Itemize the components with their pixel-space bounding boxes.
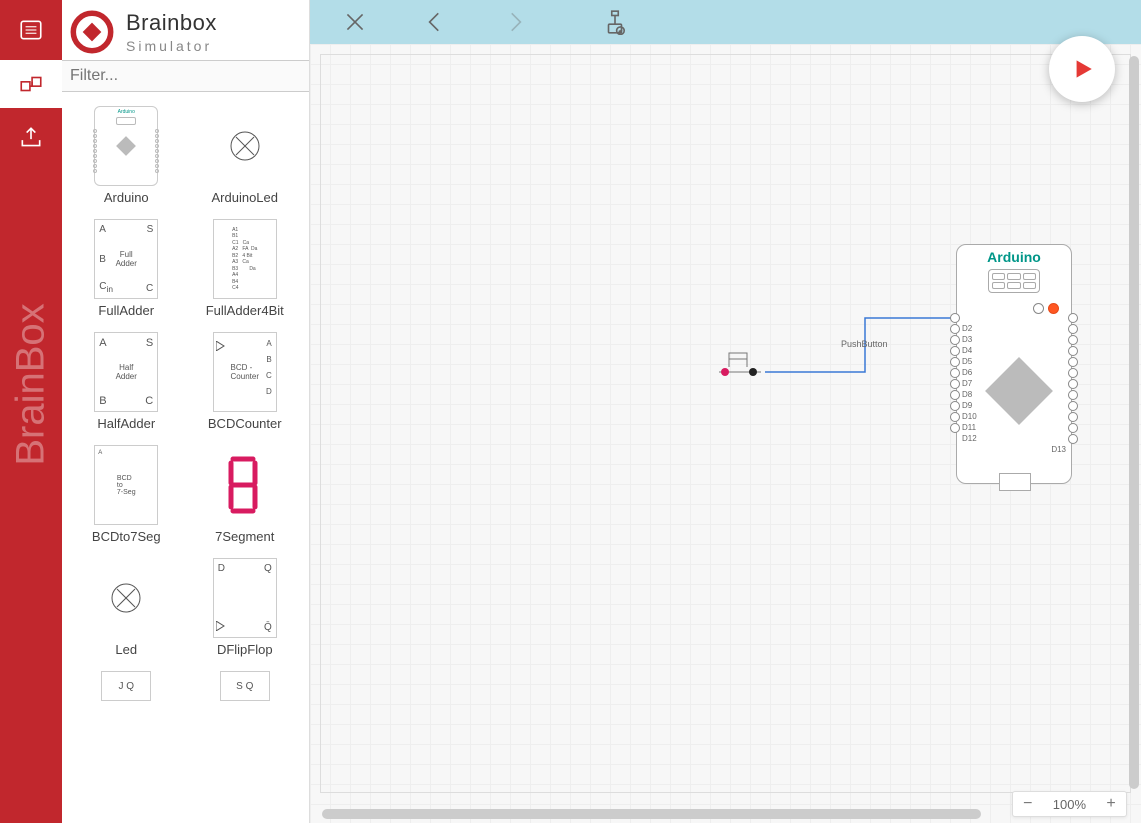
arduino-pin[interactable] (1068, 412, 1078, 422)
arduino-pin[interactable] (1068, 357, 1078, 367)
palette-label: FullAdder (98, 303, 154, 318)
palette-item-jkff[interactable]: J Q (68, 667, 185, 713)
rail-export-icon[interactable] (0, 114, 62, 162)
forward-button[interactable] (500, 7, 530, 37)
arduino-pin[interactable] (950, 401, 960, 411)
left-rail: BrainBox (0, 0, 62, 823)
arduino-pin[interactable] (1068, 346, 1078, 356)
design-canvas[interactable]: PushButton Arduino D2D3D4D5D6D7D8D9D10 (310, 44, 1141, 823)
palette-label: DFlipFlop (217, 642, 273, 657)
pushbutton-component[interactable] (715, 349, 775, 394)
toolbar (310, 0, 1141, 44)
palette-label: Arduino (104, 190, 149, 205)
status-led-off (1033, 303, 1044, 314)
palette-item-Arduino[interactable]: Arduino Arduino (68, 102, 185, 213)
palette-label: BCDto7Seg (92, 529, 161, 544)
arduino-pin[interactable] (950, 346, 960, 356)
arduino-component[interactable]: Arduino D2D3D4D5D6D7D8D9D10D11D12 D13 (956, 244, 1072, 484)
arduino-pin[interactable] (950, 390, 960, 400)
arduino-pin[interactable] (1068, 313, 1078, 323)
arduino-pin[interactable] (1068, 368, 1078, 378)
arduino-pin[interactable] (950, 412, 960, 422)
arduino-pin[interactable] (950, 335, 960, 345)
component-sidebar: Brainbox Simulator Arduino ArduinoArduin… (62, 0, 310, 823)
palette-label: ArduinoLed (212, 190, 279, 205)
arduino-pins-right: D13 (1068, 313, 1078, 445)
run-button[interactable] (1049, 36, 1115, 102)
zoom-out-button[interactable]: − (1013, 792, 1043, 816)
arduino-pin[interactable] (950, 379, 960, 389)
palette-item-HalfAdder[interactable]: A S B C Half Adder HalfAdder (68, 328, 185, 439)
palette-item-7Segment[interactable]: 7Segment (187, 441, 304, 552)
arduino-status-leds (1033, 303, 1059, 314)
arduino-pin[interactable] (950, 313, 960, 323)
palette-item-BCDCounter[interactable]: A B C D BCD - Counter BCDCounter (187, 328, 304, 439)
arduino-pin[interactable] (1068, 401, 1078, 411)
palette-label: Led (115, 642, 137, 657)
arduino-pins-left: D2D3D4D5D6D7D8D9D10D11D12 (950, 313, 960, 434)
wire-label: PushButton (841, 339, 888, 349)
arduino-pin[interactable] (1068, 390, 1078, 400)
arduino-usb-icon (999, 473, 1031, 491)
arduino-pin[interactable] (950, 368, 960, 378)
brand-subtitle: Simulator (126, 38, 217, 54)
rail-design-icon[interactable] (0, 60, 62, 108)
rail-list-icon[interactable] (0, 6, 62, 54)
canvas-scrollbar-vertical[interactable] (1129, 56, 1139, 789)
palette-item-DFlipFlop[interactable]: D Q Q̄ DFlipFlop (187, 554, 304, 665)
rail-watermark: BrainBox (9, 303, 54, 465)
arduino-pin[interactable] (1068, 324, 1078, 334)
filter-input[interactable] (62, 60, 309, 92)
palette-label: 7Segment (215, 529, 274, 544)
arduino-pin[interactable] (1068, 423, 1078, 433)
canvas-scrollbar-horizontal[interactable] (322, 809, 981, 819)
deploy-button[interactable] (600, 7, 630, 37)
arduino-pin[interactable] (950, 324, 960, 334)
palette-label: HalfAdder (97, 416, 155, 431)
brand-title: Brainbox (126, 10, 217, 36)
main-area: PushButton Arduino D2D3D4D5D6D7D8D9D10 (310, 0, 1141, 823)
arduino-header-block (988, 269, 1040, 293)
brand-logo-icon (70, 10, 114, 54)
zoom-in-button[interactable]: + (1096, 792, 1126, 816)
arduino-chip-icon (985, 357, 1053, 425)
palette-item-Led[interactable]: Led (68, 554, 185, 665)
status-led-on (1048, 303, 1059, 314)
palette-item-BCDto7Seg[interactable]: A BCD to 7-Seg BCDto7Seg (68, 441, 185, 552)
palette-label: BCDCounter (208, 416, 282, 431)
arduino-pin[interactable] (1068, 379, 1078, 389)
palette-item-FullAdder[interactable]: A S B C Cin Full Adder FullAdder (68, 215, 185, 326)
palette-item-ArduinoLed[interactable]: ArduinoLed (187, 102, 304, 213)
back-button[interactable] (420, 7, 450, 37)
arduino-title: Arduino (957, 249, 1071, 265)
arduino-pin[interactable] (950, 423, 960, 433)
close-button[interactable] (340, 7, 370, 37)
brand-header: Brainbox Simulator (62, 0, 309, 60)
palette-item-FullAdder4Bit[interactable]: A1 B1 C1 Ca A2 FA Da B2 4 Bit A3 Ca B3 D… (187, 215, 304, 326)
palette-item-srff[interactable]: S Q (187, 667, 304, 713)
palette-label: FullAdder4Bit (206, 303, 284, 318)
arduino-pin[interactable] (950, 357, 960, 367)
zoom-control: − 100% + (1012, 791, 1127, 817)
zoom-level: 100% (1043, 797, 1096, 812)
palette-scroll[interactable]: Arduino ArduinoArduinoLed A S B C Cin Fu… (62, 92, 309, 823)
arduino-pin[interactable] (1068, 335, 1078, 345)
arduino-pin-d13[interactable] (1068, 434, 1078, 444)
